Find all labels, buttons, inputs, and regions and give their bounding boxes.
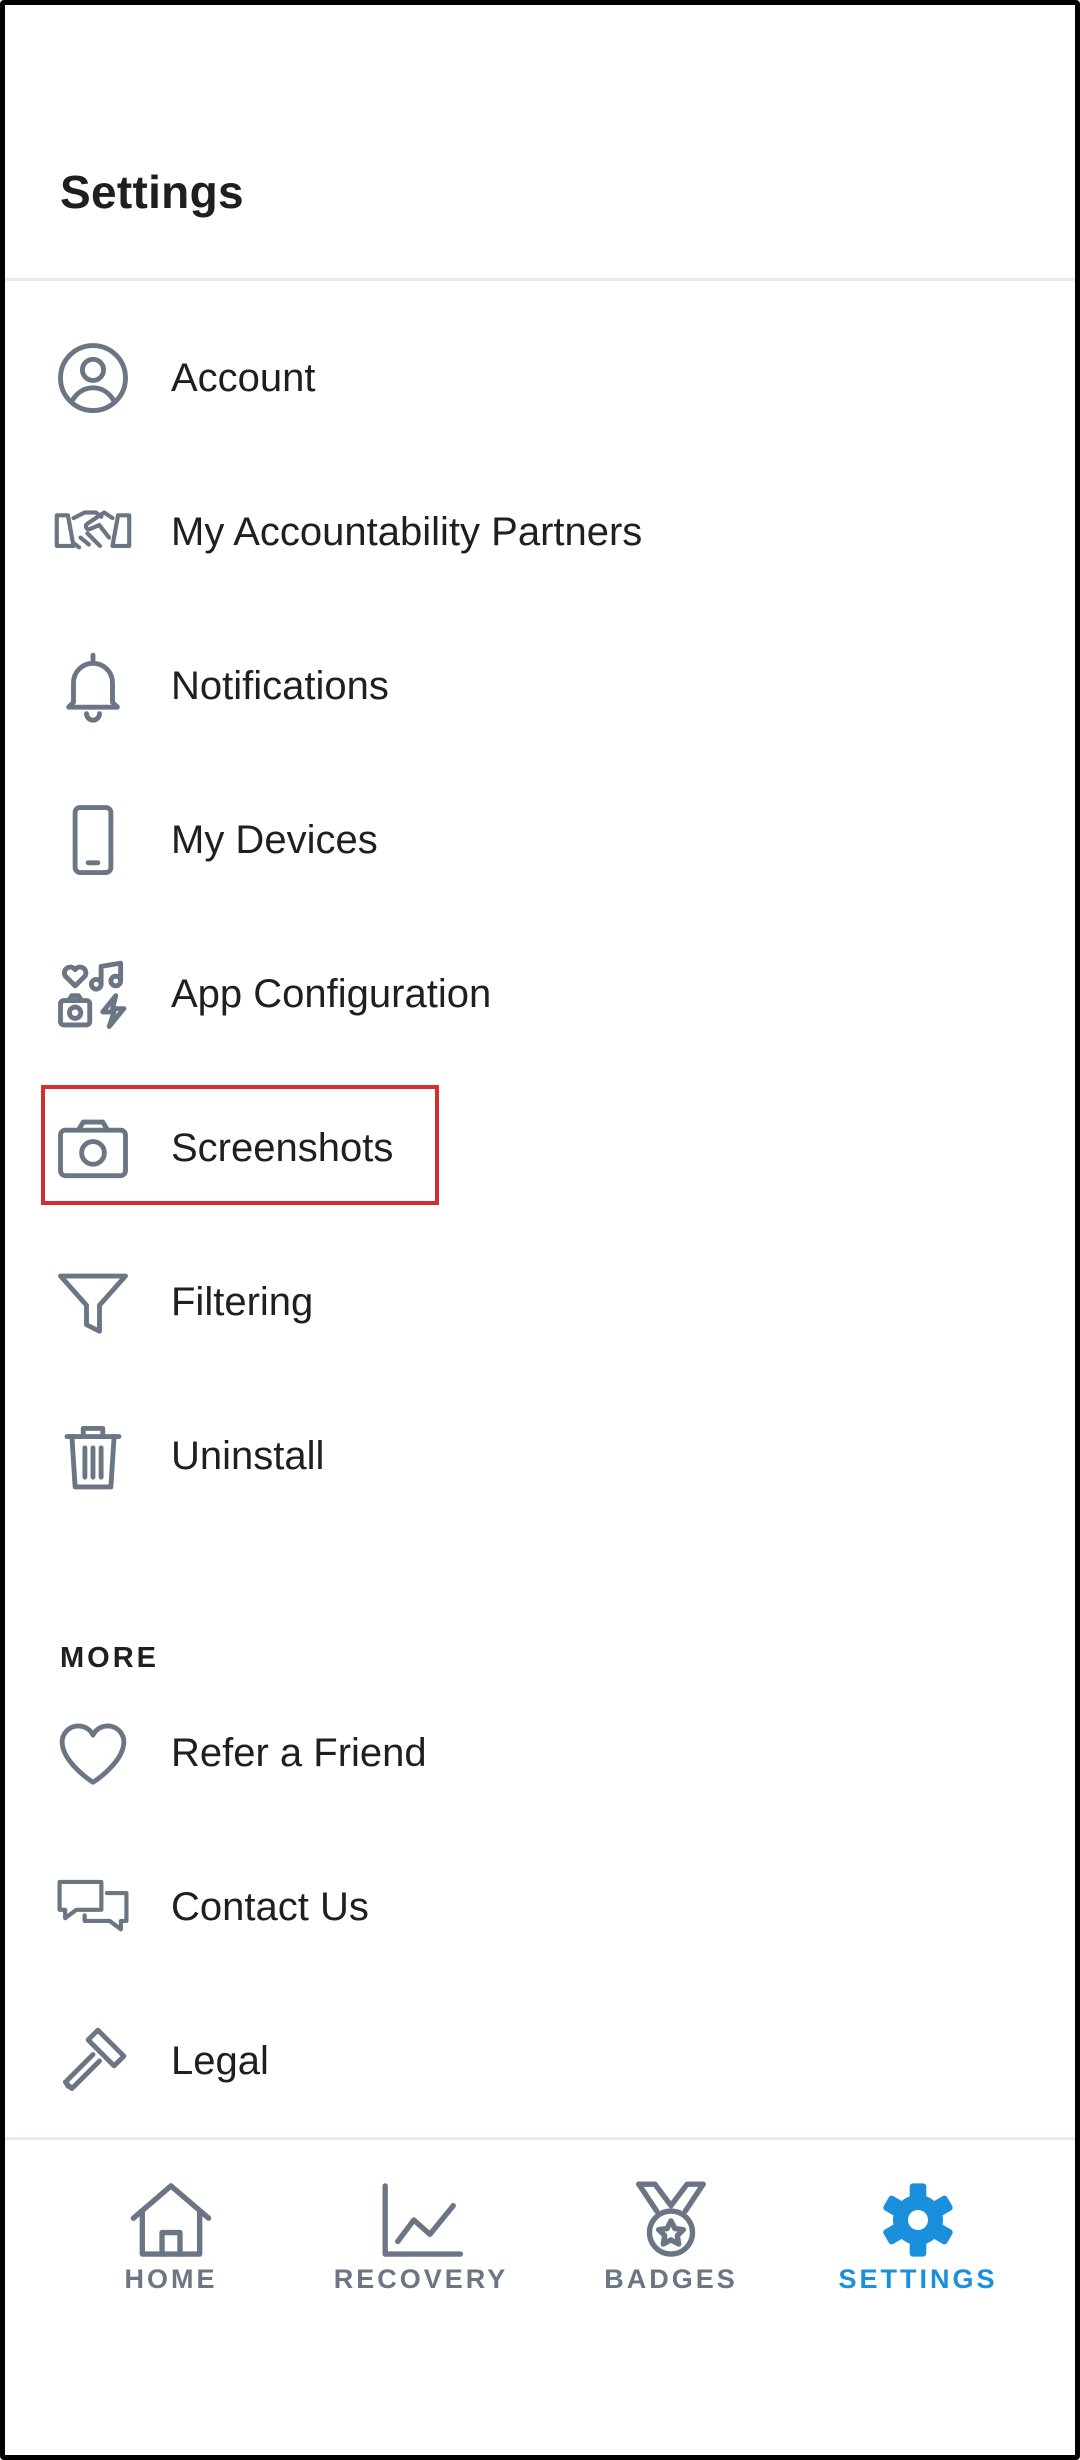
menu-item-refer-a-friend[interactable]: Refer a Friend [5,1693,1075,1813]
page-title: Settings [60,166,244,218]
bottom-nav: HOME RECOVERY BADGES SETTINGS [5,2137,1075,2455]
menu-item-account[interactable]: Account [5,318,1075,438]
menu-item-label: App Configuration [171,971,492,1016]
nav-label: BADGES [604,2264,738,2294]
phone-icon [47,794,139,886]
menu-item-label: Notifications [171,663,389,708]
menu-item-filtering[interactable]: Filtering [5,1242,1075,1362]
menu-item-label: My Accountability Partners [171,509,643,554]
handshake-icon [47,486,139,578]
nav-tab-badges[interactable]: BADGES [571,2140,771,2300]
user-circle-icon [47,332,139,424]
filter-icon [47,1256,139,1348]
nav-tab-home[interactable]: HOME [71,2140,271,2300]
menu-item-my-devices[interactable]: My Devices [5,780,1075,900]
menu-item-accountability-partners[interactable]: My Accountability Partners [5,472,1075,592]
nav-label: HOME [124,2264,218,2294]
menu-item-label: Uninstall [171,1433,325,1478]
app-frame: Settings Account My Accountability Partn… [0,0,1080,2460]
menu-item-notifications[interactable]: Notifications [5,626,1075,746]
nav-label: SETTINGS [838,2264,998,2294]
highlight-box [41,1085,439,1205]
menu-item-label: My Devices [171,817,378,862]
header: Settings [5,5,1075,281]
menu-item-app-configuration[interactable]: App Configuration [5,934,1075,1054]
gear-icon [883,2183,953,2257]
heart-icon [47,1707,139,1799]
app-config-icon [47,948,139,1040]
chat-bubbles-icon [47,1861,139,1953]
menu-item-label: Refer a Friend [171,1730,427,1775]
nav-tab-recovery[interactable]: RECOVERY [321,2140,521,2300]
section-label-more: MORE [60,1642,159,1674]
menu-item-label: Account [171,355,316,400]
gavel-icon [47,2015,139,2107]
trash-icon [47,1410,139,1502]
home-icon [130,2183,212,2257]
menu-item-uninstall[interactable]: Uninstall [5,1396,1075,1516]
menu-item-contact-us[interactable]: Contact Us [5,1847,1075,1967]
bell-icon [47,640,139,732]
nav-tab-settings[interactable]: SETTINGS [818,2140,1018,2300]
menu-item-label: Filtering [171,1279,314,1324]
menu-item-legal[interactable]: Legal [5,2001,1075,2121]
menu-item-label: Contact Us [171,1884,369,1929]
chart-line-icon [382,2183,464,2257]
menu-item-label: Legal [171,2038,269,2083]
badge-medal-icon [636,2181,706,2257]
nav-label: RECOVERY [333,2264,509,2294]
